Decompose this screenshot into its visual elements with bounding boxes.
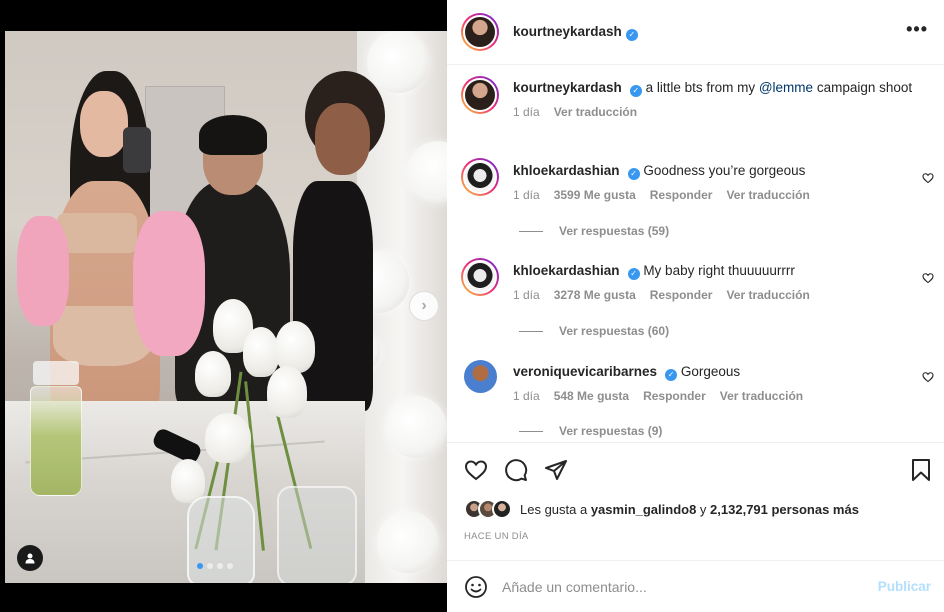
comment-item: khloekardashian ✓ Goodness you’re gorgeou… — [461, 158, 931, 202]
more-options-icon[interactable]: ••• — [906, 20, 928, 38]
likes-middle: y — [696, 501, 711, 517]
commenter-avatar[interactable] — [461, 258, 499, 296]
comment-username[interactable]: khloekardashian — [513, 263, 620, 278]
comment-username[interactable]: khloekardashian — [513, 163, 620, 178]
verified-icon: ✓ — [665, 369, 678, 381]
view-replies-button[interactable]: Ver respuestas (9) — [519, 424, 662, 438]
share-icon[interactable] — [544, 458, 568, 482]
heart-icon[interactable] — [922, 172, 934, 184]
emoji-icon[interactable] — [464, 575, 488, 599]
heart-icon[interactable] — [922, 272, 934, 284]
commenter-avatar[interactable] — [461, 158, 499, 196]
commenter-avatar[interactable] — [463, 360, 497, 393]
comment-time[interactable]: 1 día — [513, 389, 540, 403]
verified-icon: ✓ — [625, 28, 638, 41]
post-media: › — [0, 0, 447, 612]
comment-text: Gorgeous — [680, 364, 741, 379]
publish-button[interactable]: Publicar — [878, 579, 931, 594]
bookmark-icon[interactable] — [910, 458, 932, 482]
comment-input[interactable] — [502, 578, 862, 595]
post-side-panel: kourtneykardash ✓ ••• kourtneykardash ✓ a … — [447, 0, 944, 612]
comment-likes[interactable]: 3599 Me gusta — [554, 188, 636, 202]
reply-button[interactable]: Responder — [650, 288, 713, 302]
chevron-right-icon: › — [421, 297, 427, 314]
likes-prefix: Les gusta a — [520, 501, 591, 517]
author-avatar[interactable] — [461, 76, 499, 114]
carousel-next-button[interactable]: › — [409, 291, 439, 321]
comments-list: kourtneykardash ✓ a little bts from my @l… — [447, 66, 944, 442]
verified-icon: ✓ — [627, 268, 640, 280]
reply-button[interactable]: Responder — [650, 188, 713, 202]
comment-item: khloekardashian ✓ My baby right thuuuuurr… — [461, 258, 931, 302]
caption-translate-button[interactable]: Ver traducción — [554, 105, 637, 119]
translate-button[interactable]: Ver traducción — [726, 288, 809, 302]
tagged-users-button[interactable] — [17, 545, 43, 571]
liker-username[interactable]: yasmin_galindo8 — [591, 502, 696, 517]
comment-icon[interactable] — [504, 458, 528, 482]
view-replies-button[interactable]: Ver respuestas (59) — [519, 224, 669, 238]
caption-mention-link[interactable]: @lemme — [759, 80, 813, 95]
comment-username[interactable]: veroniquevicaribarnes — [513, 364, 657, 379]
likes-count[interactable]: 2,132,791 personas más — [710, 502, 859, 517]
post-photo[interactable] — [5, 31, 447, 583]
carousel-dot — [197, 563, 203, 569]
comment-composer: Publicar — [447, 560, 944, 612]
view-replies-label: Ver respuestas (59) — [559, 224, 670, 238]
heart-icon[interactable] — [922, 371, 934, 383]
comment-text: My baby right thuuuuurrrr — [643, 263, 795, 278]
caption-username[interactable]: kourtneykardash — [513, 80, 622, 95]
verified-icon: ✓ — [629, 85, 642, 97]
comment-time[interactable]: 1 día — [513, 288, 540, 302]
reply-button[interactable]: Responder — [643, 389, 706, 403]
comment-time[interactable]: 1 día — [513, 188, 540, 202]
author-username[interactable]: kourtneykardash — [513, 24, 622, 39]
user-tag-icon — [25, 553, 35, 564]
comment-text: Goodness you’re gorgeous — [643, 163, 806, 178]
view-replies-label: Ver respuestas (60) — [559, 324, 670, 338]
post-caption: kourtneykardash ✓ a little bts from my @l… — [461, 76, 931, 119]
author-avatar[interactable] — [461, 13, 499, 51]
comment-likes[interactable]: 3278 Me gusta — [554, 288, 636, 302]
carousel-dot — [227, 563, 233, 569]
comment-item: veroniquevicaribarnes ✓ Gorgeous 1 día 54… — [461, 360, 931, 403]
caption-text: a little bts from my — [645, 80, 759, 95]
caption-text-end: campaign shoot — [813, 80, 913, 95]
post-timestamp[interactable]: HACE UN DÍA — [464, 531, 529, 542]
translate-button[interactable]: Ver traducción — [720, 389, 803, 403]
carousel-indicator — [197, 563, 233, 569]
comment-likes[interactable]: 548 Me gusta — [554, 389, 629, 403]
caption-time[interactable]: 1 día — [513, 105, 540, 119]
likes-summary: Les gusta a yasmin_galindo8 y 2,132,791 … — [464, 499, 859, 519]
carousel-dot — [207, 563, 213, 569]
liker-avatar — [492, 499, 512, 519]
view-replies-label: Ver respuestas (9) — [559, 424, 663, 438]
view-replies-button[interactable]: Ver respuestas (60) — [519, 324, 669, 338]
verified-icon: ✓ — [627, 168, 640, 180]
translate-button[interactable]: Ver traducción — [726, 188, 809, 202]
carousel-dot — [217, 563, 223, 569]
post-actions: Les gusta a yasmin_galindo8 y 2,132,791 … — [447, 442, 944, 560]
post-header: kourtneykardash ✓ ••• — [447, 0, 944, 65]
heart-icon[interactable] — [464, 458, 488, 482]
